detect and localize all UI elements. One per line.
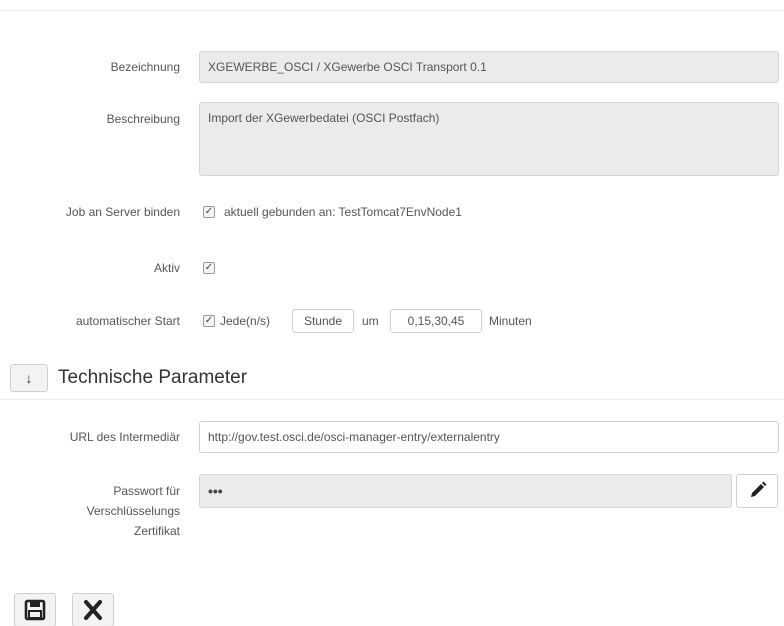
close-icon [84,600,102,620]
aktiv-checkbox[interactable]: ✓ [203,262,215,274]
password-label-line2: Verschlüsselungs [86,504,180,518]
section-divider [0,399,784,400]
beschreibung-textarea: Import der XGewerbedatei (OSCI Postfach) [199,102,779,176]
bezeichnung-label: Bezeichnung [110,60,180,74]
pencil-icon [751,481,767,497]
section-toggle-button[interactable]: ↓ [10,364,48,392]
auto-start-label: automatischer Start [75,314,180,328]
server-binding-label: Job an Server binden [65,205,180,219]
interval-unit-select[interactable]: Stunde [292,309,354,333]
url-label: URL des Intermediär [69,430,180,444]
top-divider [0,10,784,11]
server-binding-checkbox[interactable]: ✓ [203,206,215,218]
aktiv-label: Aktiv [153,261,180,275]
edit-password-button[interactable] [736,474,778,508]
arrow-down-icon: ↓ [25,370,33,386]
password-field: ••• [199,474,732,508]
job-edit-form: Bezeichnung XGEWERBE_OSCI / XGewerbe OSC… [0,0,784,626]
password-label-line3: Zertifikat [133,524,180,538]
beschreibung-label: Beschreibung [106,112,180,126]
minuten-text: Minuten [489,314,532,328]
save-button[interactable] [14,593,56,626]
minutes-input[interactable]: 0,15,30,45 [390,309,482,333]
url-input[interactable]: http://gov.test.osci.de/osci-manager-ent… [199,421,779,453]
jede-text: Jede(n/s) [220,314,271,328]
um-text: um [362,314,379,328]
section-title: Technische Parameter [58,367,248,388]
cancel-button[interactable] [72,593,114,626]
technical-parameters-header: ↓ Technische Parameter [10,362,780,396]
bezeichnung-field: XGEWERBE_OSCI / XGewerbe OSCI Transport … [199,51,779,83]
auto-start-checkbox[interactable]: ✓ [203,315,215,327]
password-label-line1: Passwort für [113,484,180,498]
server-binding-text: aktuell gebunden an: TestTomcat7EnvNode1 [224,205,462,219]
save-icon [24,599,46,621]
